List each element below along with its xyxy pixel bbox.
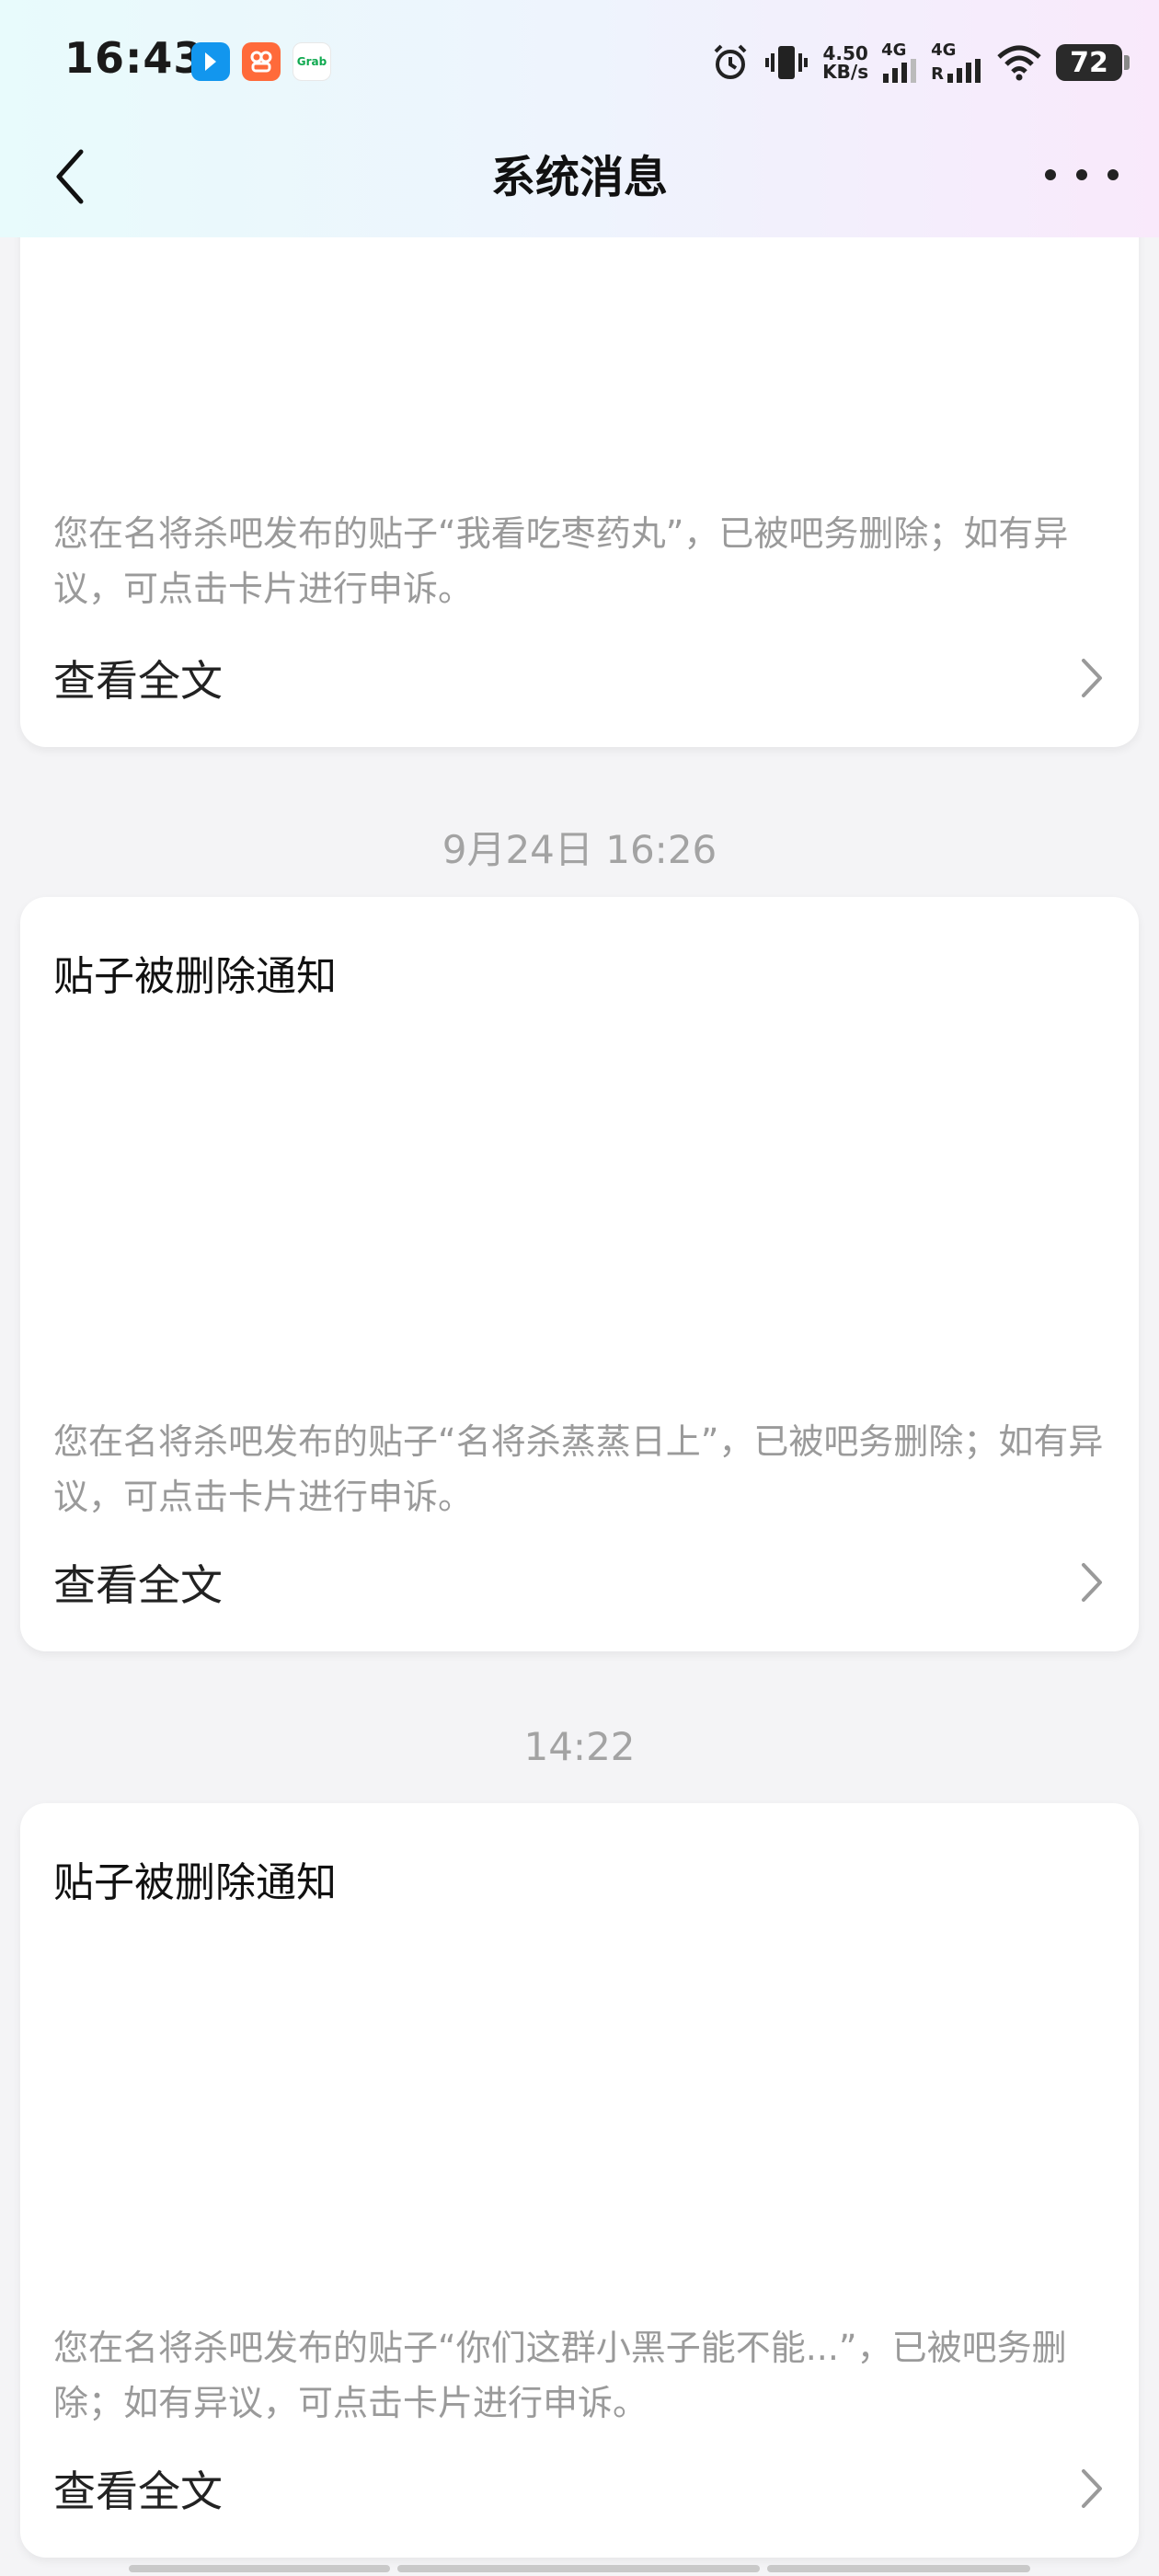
chevron-right-icon	[1082, 2469, 1102, 2508]
grab-icon: Grab	[293, 42, 331, 81]
message-card[interactable]: 贴子被删除通知 您在名将杀吧发布的贴子“你们这群小黑子能不能...”，已被吧务删…	[20, 1803, 1139, 2558]
view-full-text-label: 查看全文	[53, 1560, 223, 1610]
message-timestamp: 14:22	[523, 1724, 636, 1769]
message-title: 贴子被删除通知	[53, 1859, 337, 1906]
network-speed: 4.50 KB/s	[822, 42, 869, 83]
indicator-segment	[129, 2565, 390, 2572]
header: 16:43 Grab 4.50 KB/s 4G 4G R 72 系统消息	[0, 0, 1159, 237]
signal-sim2-icon: 4G R	[931, 40, 982, 86]
signal-sim1-icon: 4G	[881, 40, 918, 86]
indicator-segment	[397, 2565, 760, 2572]
view-full-text-label: 查看全文	[53, 656, 223, 706]
system-indicators: 4.50 KB/s 4G 4G R 72	[710, 37, 1130, 88]
message-body: 您在名将杀吧发布的贴子“名将杀蒸蒸日上”，已被吧务删除；如有异议，可点击卡片进行…	[53, 1421, 1104, 1517]
nav-bar: 系统消息	[0, 124, 1159, 237]
view-full-text-link[interactable]: 查看全文	[53, 2456, 1106, 2521]
more-dot	[1107, 169, 1119, 180]
more-options-button[interactable]	[1045, 152, 1119, 198]
app-orange-icon	[242, 42, 281, 81]
chevron-right-icon	[1082, 659, 1102, 697]
message-body: 您在名将杀吧发布的贴子“你们这群小黑子能不能...”，已被吧务删除；如有异议，可…	[53, 2328, 1067, 2423]
message-timestamp: 9月24日 16:26	[442, 827, 717, 872]
status-bar: 16:43 Grab 4.50 KB/s 4G 4G R 72	[0, 0, 1159, 124]
message-title: 贴子被删除通知	[53, 953, 337, 1000]
message-card[interactable]: 您在名将杀吧发布的贴子“我看吃枣药丸”，已被吧务删除；如有异议，可点击卡片进行申…	[20, 184, 1139, 747]
system-messages-screen: 16:43 Grab 4.50 KB/s 4G 4G R 72 系统消息 您在名…	[0, 0, 1159, 2576]
battery-indicator: 72	[1056, 44, 1130, 81]
app-blue-icon	[191, 42, 230, 81]
message-body: 您在名将杀吧发布的贴子“我看吃枣药丸”，已被吧务删除；如有异议，可点击卡片进行申…	[53, 513, 1069, 609]
view-full-text-link[interactable]: 查看全文	[53, 646, 1106, 710]
more-dot	[1076, 169, 1087, 180]
more-dot	[1045, 169, 1056, 180]
page-title: 系统消息	[490, 152, 668, 203]
message-card[interactable]: 贴子被删除通知 您在名将杀吧发布的贴子“名将杀蒸蒸日上”，已被吧务删除；如有异议…	[20, 897, 1139, 1651]
wifi-icon	[995, 40, 1043, 86]
chevron-right-icon	[1082, 1563, 1102, 1602]
status-time: 16:43	[64, 33, 204, 83]
bottom-scroll-indicator	[0, 2563, 1159, 2576]
view-full-text-link[interactable]: 查看全文	[53, 1550, 1106, 1615]
indicator-segment	[767, 2565, 1030, 2572]
vibrate-icon	[763, 40, 809, 86]
alarm-icon	[710, 40, 751, 86]
view-full-text-label: 查看全文	[53, 2467, 223, 2516]
